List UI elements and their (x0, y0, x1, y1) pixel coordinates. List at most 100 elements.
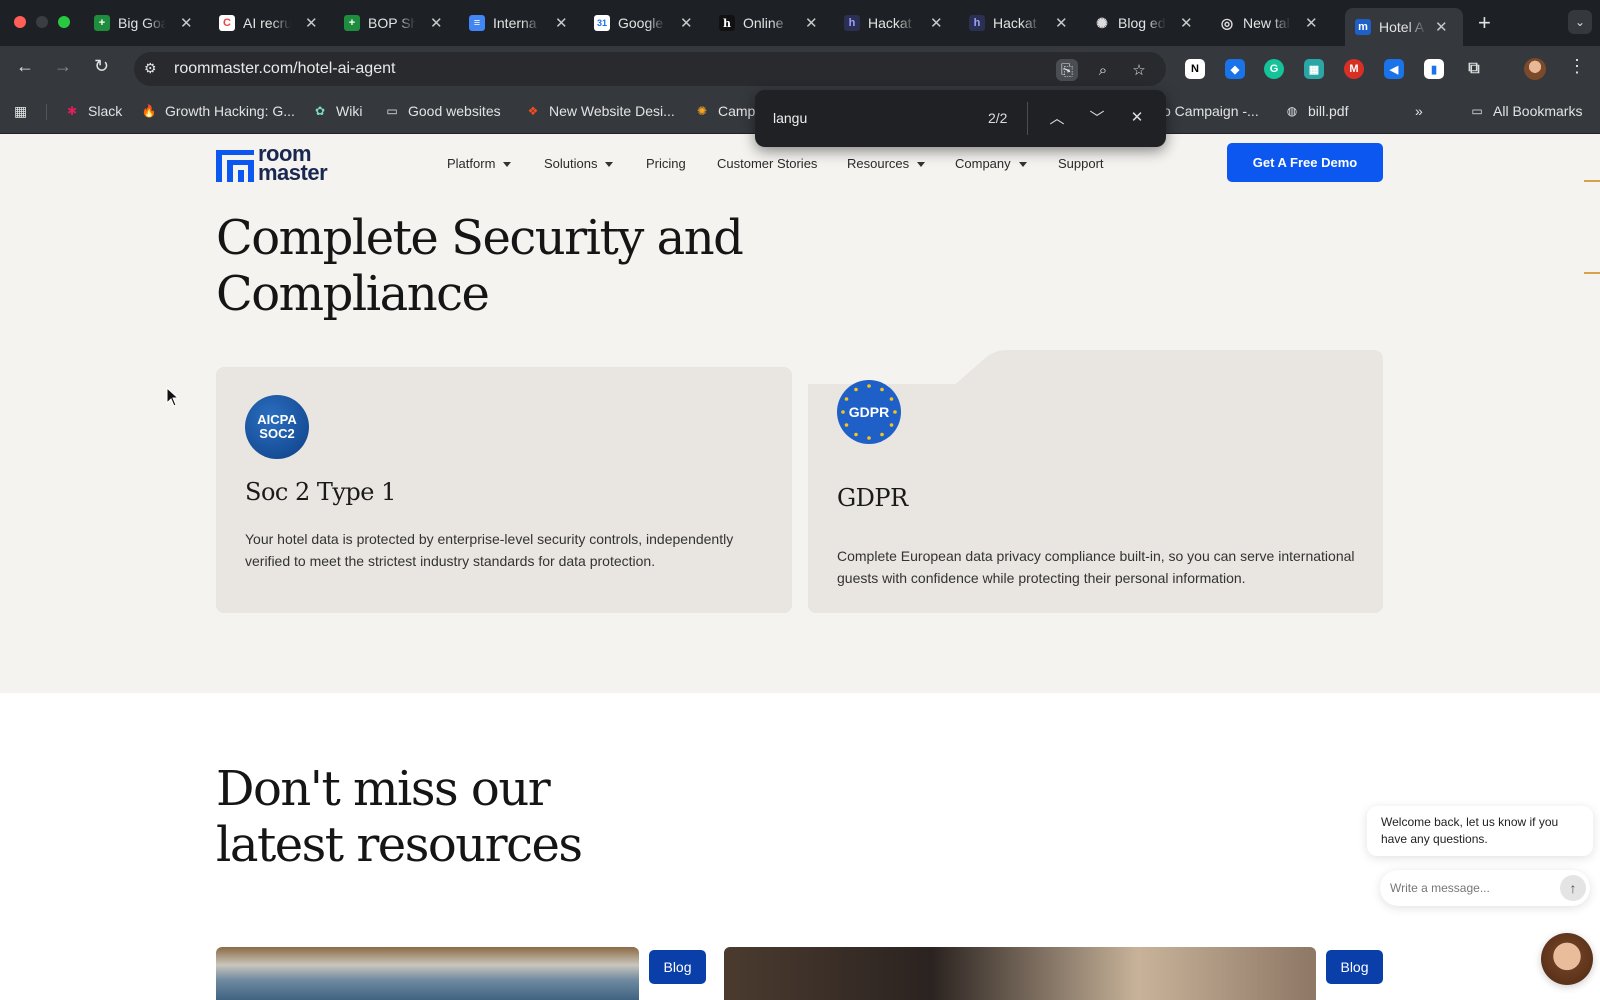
browser-tab[interactable]: ≡ Interna ✕ (459, 8, 568, 38)
maximize-window-button[interactable] (58, 16, 70, 28)
chat-message-input[interactable]: Write a message... ↑ (1380, 870, 1590, 906)
back-arrow-icon[interactable]: ← (16, 56, 34, 77)
notion-icon[interactable]: N (1185, 59, 1205, 79)
close-tab-icon[interactable]: ✕ (930, 14, 943, 32)
nav-customer-stories[interactable]: Customer Stories (717, 156, 817, 171)
aicpa-soc2-badge-icon: AICPA SOC2 (245, 395, 309, 459)
get-free-demo-button[interactable]: Get A Free Demo (1227, 143, 1383, 182)
bookmark-growth-hacking[interactable]: 🔥 Growth Hacking: G... (141, 103, 295, 119)
bookmark-good-websites[interactable]: ▭ Good websites (384, 103, 500, 119)
browser-tab[interactable]: h Online ✕ (709, 8, 818, 38)
close-tab-icon[interactable]: ✕ (1055, 14, 1068, 32)
more-bookmarks-icon[interactable]: » (1415, 103, 1423, 119)
browser-tab[interactable]: + BOP Sh ✕ (334, 8, 443, 38)
chat-agent-avatar[interactable] (1541, 933, 1593, 985)
bookmark-new-website-design[interactable]: ❖ New Website Desi... (525, 103, 675, 119)
bookmark-camp[interactable]: ✺ Camp (694, 103, 755, 119)
resources-heading: Don't miss our latest resources (216, 761, 583, 873)
nav-solutions[interactable]: Solutions (544, 156, 614, 171)
extension-m-icon[interactable]: M (1344, 59, 1364, 79)
zoom-icon[interactable]: ⌕ (1092, 59, 1114, 81)
bookmark-wiki[interactable]: ✿ Wiki (312, 103, 362, 119)
nav-resources[interactable]: Resources (847, 156, 926, 171)
tab-title: Google (618, 15, 664, 31)
grammarly-icon[interactable]: G (1264, 59, 1284, 79)
bookmark-label: Growth Hacking: G... (165, 103, 295, 119)
close-tab-icon[interactable]: ✕ (805, 14, 818, 32)
bookmark-label: Slack (88, 103, 123, 119)
nav-label: Company (955, 156, 1011, 171)
browser-tab[interactable]: + Big Goa ✕ (84, 8, 193, 38)
bookmark-bill-pdf[interactable]: ◍ bill.pdf (1284, 103, 1349, 119)
browser-tab[interactable]: 31 Google ✕ (584, 8, 693, 38)
browser-tab[interactable]: ◎ New tal ✕ (1209, 8, 1318, 38)
browser-tab[interactable]: h Hackat ✕ (834, 8, 943, 38)
roommaster-logo[interactable]: room master (216, 143, 340, 185)
new-tab-button[interactable]: + (1478, 10, 1491, 36)
tab-search-icon[interactable]: ⌄ (1568, 10, 1592, 34)
find-input[interactable]: langu (773, 110, 807, 126)
nav-company[interactable]: Company (955, 156, 1027, 171)
find-divider (1027, 102, 1028, 135)
all-bookmarks[interactable]: ▭ All Bookmarks (1469, 103, 1582, 119)
slack-icon: ✱ (66, 104, 78, 118)
nav-pricing[interactable]: Pricing (646, 156, 686, 171)
nav-label: Solutions (544, 156, 598, 171)
caret-down-icon (503, 162, 512, 168)
resource-image-coast[interactable] (216, 947, 639, 1000)
nav-support[interactable]: Support (1058, 156, 1104, 171)
google-sheets-icon: + (344, 15, 360, 31)
extension-grid-icon[interactable]: ▦ (1304, 59, 1324, 79)
close-tab-icon[interactable]: ✕ (305, 14, 318, 32)
close-tab-icon[interactable]: ✕ (555, 14, 568, 32)
resource-image-people[interactable] (724, 947, 1316, 1000)
browser-tab[interactable]: h Hackat ✕ (959, 8, 1068, 38)
browser-tab[interactable]: ✺ Blog ed ✕ (1084, 8, 1193, 38)
badge-line-2: SOC2 (259, 426, 295, 441)
extension-drop-icon[interactable]: ◆ (1225, 59, 1245, 79)
browser-tab[interactable]: C AI recru ✕ (209, 8, 318, 38)
menu-kebab-icon[interactable]: ⋮ (1568, 56, 1586, 77)
side-indicator-line (1584, 272, 1600, 274)
close-tab-icon[interactable]: ✕ (1305, 14, 1318, 32)
globe-icon: ◍ (1286, 104, 1298, 118)
find-close-icon[interactable]: ✕ (1125, 105, 1149, 129)
minimize-window-button[interactable] (36, 16, 48, 28)
bookmark-label: o Campaign -... (1163, 103, 1259, 119)
bookmark-star-icon[interactable]: ☆ (1128, 59, 1150, 81)
find-next-icon[interactable]: ﹀ (1085, 105, 1109, 129)
security-heading: Complete Security and Compliance (216, 210, 744, 322)
send-arrow-icon[interactable]: ↑ (1560, 875, 1586, 901)
card-title: Soc 2 Type 1 (245, 478, 396, 506)
browser-tab-active[interactable]: m Hotel A ✕ (1345, 8, 1463, 46)
bookmark-slack[interactable]: ✱ Slack (64, 103, 122, 119)
tab-title: Blog ed (1118, 15, 1166, 31)
tab-title: BOP Sh (368, 15, 416, 31)
nav-platform[interactable]: Platform (447, 156, 512, 171)
address-bar[interactable]: ⚙ roommaster.com/hotel-ai-agent ⎘ ⌕ ☆ (134, 52, 1166, 86)
extension-rewind-icon[interactable]: ◀ (1384, 59, 1404, 79)
close-tab-icon[interactable]: ✕ (680, 14, 693, 32)
site-info-icon[interactable]: ⚙ (144, 60, 162, 78)
logo-line-2: master (258, 160, 328, 185)
close-tab-icon[interactable]: ✕ (180, 14, 193, 32)
blog-tag[interactable]: Blog (1326, 950, 1383, 984)
apps-grid-icon[interactable]: ▦ (14, 103, 27, 120)
find-in-page-icon[interactable]: ⎘ (1056, 59, 1078, 81)
extensions-puzzle-icon[interactable]: ⧉ (1464, 59, 1484, 79)
close-tab-icon[interactable]: ✕ (1180, 14, 1193, 32)
soc2-card: AICPA SOC2 Soc 2 Type 1 Your hotel data … (216, 367, 792, 613)
url-text[interactable]: roommaster.com/hotel-ai-agent (174, 60, 395, 78)
profile-avatar[interactable] (1524, 58, 1546, 80)
close-tab-icon[interactable]: ✕ (1435, 18, 1448, 36)
web-page: room master Platform Solutions Pricing C… (0, 134, 1600, 1000)
reload-icon[interactable]: ↻ (94, 56, 109, 77)
forward-arrow-icon[interactable]: → (54, 56, 72, 77)
close-window-button[interactable] (14, 16, 26, 28)
nav-label: Resources (847, 156, 910, 171)
extension-bookmark-icon[interactable]: ▮ (1424, 59, 1444, 79)
close-tab-icon[interactable]: ✕ (430, 14, 443, 32)
find-previous-icon[interactable]: ︿ (1045, 105, 1069, 129)
bookmark-campaign[interactable]: o Campaign -... (1163, 103, 1259, 119)
blog-tag[interactable]: Blog (649, 950, 706, 984)
